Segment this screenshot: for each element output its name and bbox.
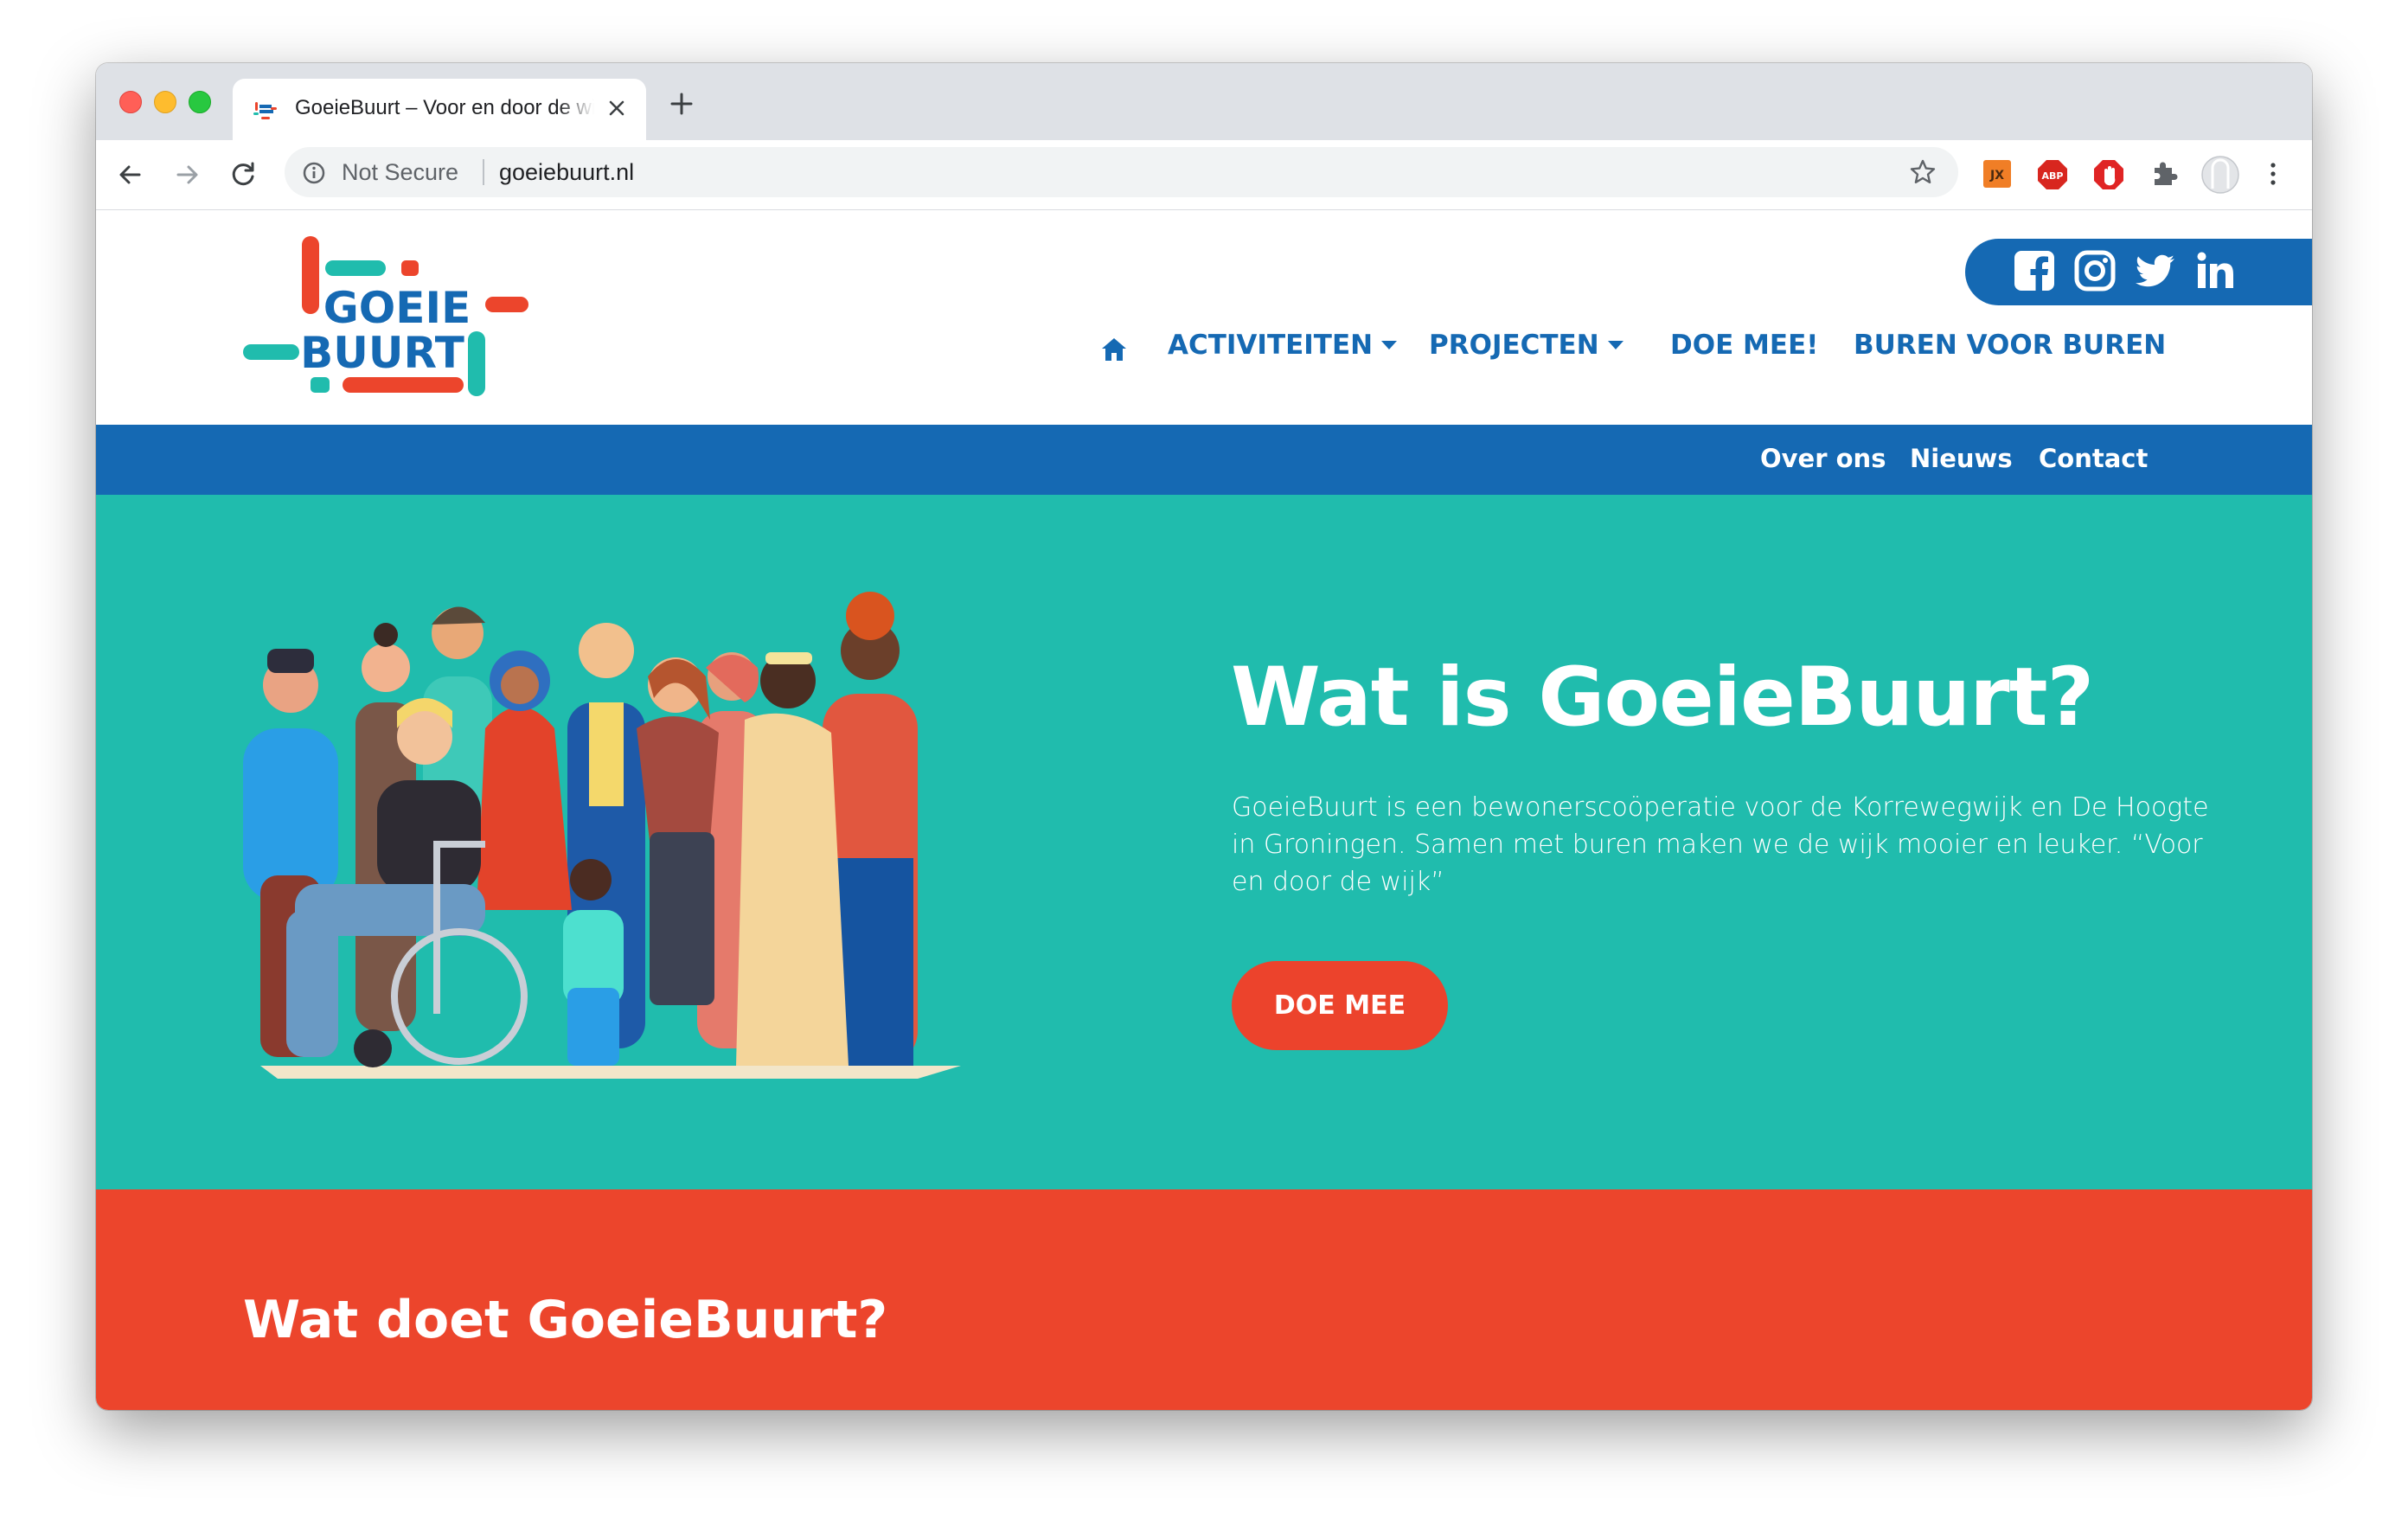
twitter-icon[interactable]	[2134, 249, 2177, 292]
url-text[interactable]: goeiebuurt.nl	[499, 159, 634, 186]
home-icon[interactable]	[1100, 336, 1128, 362]
browser-toolbar: Not Secure goeiebuurt.nl JX ABP	[96, 140, 2312, 210]
site-header: GOEIE BUURT ACTIVITEITEN PROJECTEN DOE M…	[96, 210, 2312, 425]
section-title: Wat doet GoeieBuurt?	[243, 1290, 888, 1350]
bookmark-star-icon[interactable]	[1909, 158, 1937, 186]
nav-label: BUREN VOOR BUREN	[1854, 330, 2167, 361]
hero-title: Wat is GoeieBuurt?	[1231, 650, 2094, 745]
tab-strip: GoeieBuurt – Voor en door de wijk	[96, 63, 2312, 140]
svg-text:JX: JX	[1989, 169, 2004, 183]
wat-doet-section: Wat doet GoeieBuurt?	[96, 1189, 2312, 1410]
logo-text-line1: GOEIE	[323, 283, 471, 333]
person-figure	[477, 650, 572, 910]
extensions-puzzle-icon[interactable]	[2149, 159, 2179, 189]
reload-icon[interactable]	[227, 159, 259, 190]
browser-tab-active[interactable]: GoeieBuurt – Voor en door de wijk	[233, 79, 646, 140]
omnibox-divider	[483, 159, 484, 185]
secondary-nav: Over ons Nieuws Contact	[96, 425, 2312, 495]
doe-mee-button[interactable]: DOE MEE	[1232, 961, 1448, 1050]
community-illustration	[243, 592, 961, 1079]
instagram-icon[interactable]	[2073, 249, 2117, 292]
close-window-button[interactable]	[119, 91, 142, 113]
address-bar[interactable]: Not Secure goeiebuurt.nl	[285, 147, 1958, 197]
jx-extension-icon[interactable]: JX	[1982, 159, 2012, 189]
subnav-contact[interactable]: Contact	[2039, 444, 2148, 473]
profile-avatar-icon[interactable]	[2201, 156, 2239, 194]
subnav-over-ons[interactable]: Over ons	[1760, 444, 1886, 473]
nav-projecten[interactable]: PROJECTEN	[1429, 330, 1623, 373]
forward-icon[interactable]	[171, 159, 202, 190]
linkedin-icon[interactable]	[2194, 249, 2238, 292]
browser-window: GoeieBuurt – Voor en door de wijk Not Se…	[96, 63, 2312, 1410]
dropdown-caret-icon	[1607, 340, 1623, 349]
close-tab-icon[interactable]	[606, 98, 627, 119]
back-icon[interactable]	[115, 159, 146, 190]
person-figure	[637, 657, 719, 1005]
nav-label: ACTIVITEITEN	[1168, 330, 1374, 361]
info-icon[interactable]	[302, 161, 326, 185]
facebook-icon[interactable]	[2013, 249, 2056, 292]
adblock-plus-icon[interactable]: ABP	[2037, 159, 2068, 190]
svg-text:ABP: ABP	[2042, 170, 2064, 182]
logo-text-line2: BUURT	[300, 328, 464, 378]
nav-buren-voor-buren[interactable]: BUREN VOOR BUREN	[1854, 330, 2166, 373]
site-logo[interactable]: GOEIE BUURT	[243, 236, 528, 401]
web-page: GOEIE BUURT ACTIVITEITEN PROJECTEN DOE M…	[96, 210, 2312, 1410]
nav-activiteiten[interactable]: ACTIVITEITEN	[1168, 330, 1398, 373]
favicon-icon	[253, 102, 277, 119]
ublock-icon[interactable]	[2093, 159, 2124, 190]
nav-doe-mee[interactable]: DOE MEE!	[1670, 330, 1818, 373]
nav-label: DOE MEE!	[1670, 330, 1819, 361]
social-bar	[1965, 239, 2312, 305]
dropdown-caret-icon	[1381, 340, 1398, 349]
new-tab-icon[interactable]	[669, 91, 695, 117]
subnav-nieuws[interactable]: Nieuws	[1910, 444, 2013, 473]
nav-label: PROJECTEN	[1429, 330, 1599, 361]
hero-section: Wat is GoeieBuurt? GoeieBuurt is een bew…	[96, 495, 2312, 1189]
minimize-window-button[interactable]	[154, 91, 176, 113]
browser-menu-icon[interactable]	[2258, 159, 2288, 189]
tab-title: GoeieBuurt – Voor en door de wijk	[295, 96, 594, 119]
maximize-window-button[interactable]	[189, 91, 211, 113]
security-label[interactable]: Not Secure	[342, 159, 458, 186]
hero-description: GoeieBuurt is een bewonerscoöperatie voo…	[1232, 792, 2209, 897]
